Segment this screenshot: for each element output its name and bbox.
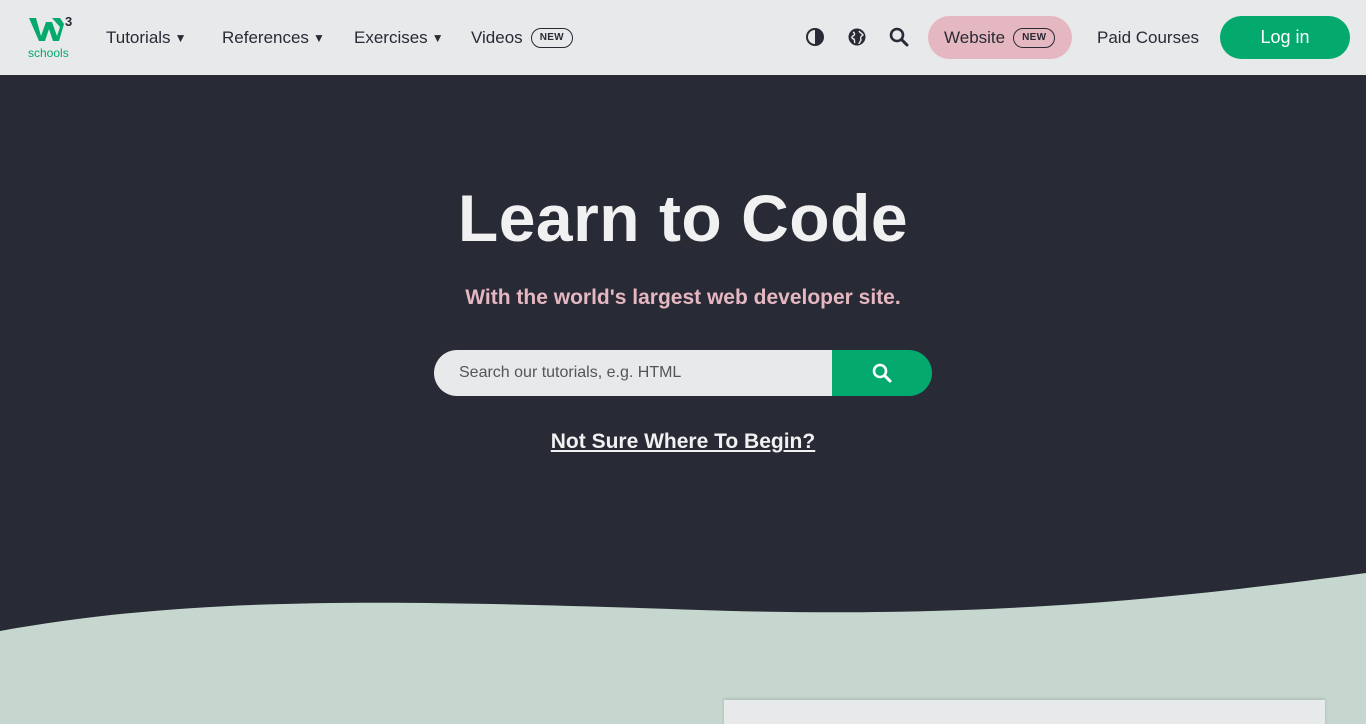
nav-search-button[interactable]: [887, 25, 911, 49]
website-label: Website: [944, 27, 1006, 47]
new-badge: NEW: [530, 27, 573, 48]
nav-references[interactable]: References ▼: [222, 0, 325, 75]
nav-exercises-label: Exercises: [354, 27, 428, 47]
language-button[interactable]: [845, 25, 869, 49]
caret-down-icon: ▼: [431, 30, 444, 45]
login-button[interactable]: Log in: [1220, 16, 1350, 59]
caret-down-icon: ▼: [174, 30, 187, 45]
search-icon: [872, 363, 892, 383]
content-card: [724, 700, 1325, 724]
globe-icon: [848, 28, 866, 46]
nav-tutorials-label: Tutorials: [106, 27, 171, 47]
nav-videos-label: Videos: [471, 27, 523, 47]
hero-search: [434, 350, 932, 396]
nav-exercises[interactable]: Exercises ▼: [354, 0, 444, 75]
nav-videos[interactable]: Videos NEW: [471, 0, 573, 75]
paid-courses-label: Paid Courses: [1097, 27, 1200, 47]
new-badge: NEW: [1013, 27, 1056, 48]
paid-courses-link[interactable]: Paid Courses: [1097, 0, 1199, 75]
nav-tutorials[interactable]: Tutorials ▼: [106, 0, 186, 75]
w3schools-logo-icon: 3 schools: [28, 14, 72, 60]
hero-subtitle: With the world's largest web developer s…: [465, 286, 901, 309]
search-icon: [889, 27, 909, 47]
hero-search-button[interactable]: [832, 350, 932, 396]
svg-text:schools: schools: [28, 46, 69, 60]
website-button[interactable]: Website NEW: [928, 16, 1072, 59]
tutorial-search-input[interactable]: [434, 350, 832, 396]
nav-references-label: References: [222, 27, 309, 47]
svg-text:3: 3: [65, 14, 72, 29]
w3schools-logo[interactable]: 3 schools: [28, 14, 76, 62]
hero-title: Learn to Code: [457, 181, 909, 255]
not-sure-link-row: Not Sure Where To Begin?: [0, 430, 1366, 454]
dark-mode-toggle[interactable]: [803, 25, 827, 49]
login-label: Log in: [1260, 27, 1310, 47]
top-navbar: 3 schools Tutorials ▼ References ▼ Exerc…: [0, 0, 1366, 75]
caret-down-icon: ▼: [312, 30, 325, 45]
not-sure-where-to-begin-link[interactable]: Not Sure Where To Begin?: [551, 430, 815, 453]
contrast-icon: [806, 28, 824, 46]
